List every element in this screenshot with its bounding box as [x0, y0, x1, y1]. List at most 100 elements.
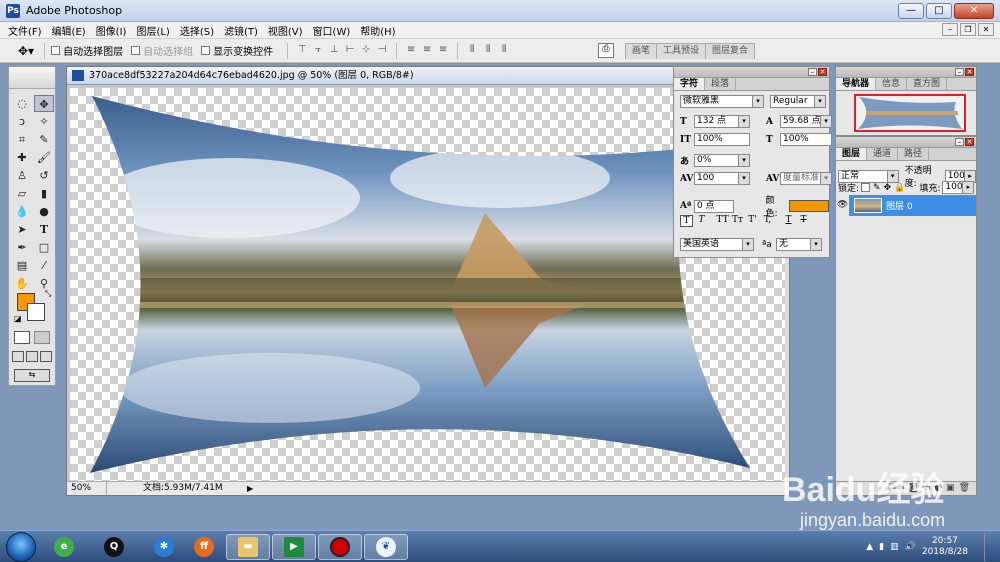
tab-info[interactable]: 信息: [876, 78, 908, 90]
doc-restore-button[interactable]: ❐: [960, 23, 976, 36]
faux-bold-button[interactable]: T: [680, 215, 693, 227]
lock-image-icon[interactable]: ✎: [873, 183, 881, 193]
character-panel-header[interactable]: – ✕: [674, 67, 829, 78]
align-hcenter-icon[interactable]: ⊹: [358, 44, 374, 58]
tab-histogram[interactable]: 直方图: [907, 78, 948, 90]
faux-italic-button[interactable]: T: [695, 215, 708, 227]
taskbar-app-browser-green[interactable]: e: [42, 534, 86, 560]
document-size[interactable]: 文档:5.93M/7.41M: [107, 482, 247, 495]
clone-stamp-tool-icon[interactable]: ♙: [12, 167, 32, 184]
panel-close-icon[interactable]: ✕: [965, 68, 974, 76]
leading-field[interactable]: 59.68 点 ▾: [780, 115, 832, 128]
screen-mode-full-icon[interactable]: [40, 351, 52, 362]
auto-select-group-checkbox[interactable]: 自动选择组: [131, 43, 193, 58]
path-selection-tool-icon[interactable]: ➤: [12, 221, 32, 238]
blur-tool-icon[interactable]: 💧: [12, 203, 32, 220]
taskbar-app-recorder[interactable]: [318, 534, 362, 560]
baseline-shift-field[interactable]: 0 点: [693, 199, 734, 213]
fill-field[interactable]: 100% ▸: [942, 181, 975, 194]
tab-layers[interactable]: 图层: [836, 148, 868, 160]
menu-window[interactable]: 窗口(W): [313, 23, 351, 38]
quick-mask-mode-icon[interactable]: [34, 331, 50, 344]
panel-close-icon[interactable]: ✕: [818, 68, 827, 76]
taskbar-app-flag[interactable]: ▶: [272, 534, 316, 560]
align-right-icon[interactable]: ⊣: [374, 44, 390, 58]
tsume-field[interactable]: 0% ▾: [694, 154, 750, 167]
maximize-button[interactable]: □: [926, 3, 952, 19]
move-tool-preset-icon[interactable]: ✥▾: [18, 44, 34, 58]
taskbar-app-photoshop[interactable]: ❦: [364, 534, 408, 560]
superscript-button[interactable]: T': [746, 215, 759, 227]
menu-select[interactable]: 选择(S): [180, 23, 214, 38]
layer-name[interactable]: 图层 0: [886, 199, 913, 212]
tab-paragraph[interactable]: 段落: [705, 78, 737, 90]
align-bottom-icon[interactable]: ⊥: [326, 44, 342, 58]
strikethrough-button[interactable]: T: [797, 215, 810, 227]
swap-colors-icon[interactable]: ⤡: [45, 289, 51, 299]
font-size-field[interactable]: 132 点 ▾: [694, 115, 750, 128]
tab-channels[interactable]: 通道: [867, 148, 899, 160]
menu-edit[interactable]: 编辑(E): [52, 23, 86, 38]
well-tab-tool-presets[interactable]: 工具预设: [655, 43, 706, 59]
horizontal-scale-field[interactable]: 100%: [780, 133, 832, 146]
show-hidden-icons-icon[interactable]: ▲: [866, 542, 873, 552]
standard-mode-icon[interactable]: [14, 331, 30, 344]
taskbar-app-media[interactable]: ✱: [142, 534, 186, 560]
tracking-field[interactable]: 100 ▾: [694, 172, 750, 185]
clock[interactable]: 20:57 2018/8/28: [922, 536, 968, 558]
menu-layer[interactable]: 图层(L): [136, 23, 169, 38]
distribute-vcenter-icon[interactable]: ≡: [419, 44, 435, 58]
screen-mode-standard-icon[interactable]: [12, 351, 24, 362]
antialias-select[interactable]: 无 ▾: [776, 238, 822, 251]
distribute-top-icon[interactable]: ≡: [403, 44, 419, 58]
small-caps-button[interactable]: Tт: [731, 215, 744, 227]
panel-minimize-icon[interactable]: –: [955, 138, 964, 146]
visibility-eye-icon[interactable]: 👁: [836, 195, 850, 216]
menu-image[interactable]: 图像(I): [96, 23, 127, 38]
all-caps-button[interactable]: TT: [716, 215, 729, 227]
font-family-select[interactable]: 微软雅黑 ▾: [680, 95, 764, 108]
font-style-select[interactable]: Regular ▾: [770, 95, 826, 108]
tab-navigator[interactable]: 导航器: [836, 78, 877, 90]
navigator-thumbnail[interactable]: [854, 94, 966, 132]
distribute-hcenter-icon[interactable]: ⫴: [480, 44, 496, 58]
align-top-icon[interactable]: ⊤: [294, 44, 310, 58]
minimize-button[interactable]: —: [898, 3, 924, 19]
distribute-bottom-icon[interactable]: ≡: [435, 44, 451, 58]
kerning-mode-select[interactable]: 度量标准 ▾: [780, 172, 832, 185]
magic-wand-tool-icon[interactable]: ✧: [34, 113, 54, 130]
close-button[interactable]: ✕: [954, 3, 994, 19]
status-menu-arrow-icon[interactable]: ▶: [247, 482, 253, 495]
lock-all-icon[interactable]: 🔒: [894, 183, 905, 193]
language-select[interactable]: 美国英语 ▾: [680, 238, 754, 251]
taskbar-app-firefox[interactable]: ff: [182, 534, 226, 560]
gradient-tool-icon[interactable]: ▮: [34, 185, 54, 202]
taskbar-app-qq[interactable]: Q: [92, 534, 136, 560]
hand-tool-icon[interactable]: ✋: [12, 275, 32, 292]
align-left-icon[interactable]: ⊢: [342, 44, 358, 58]
align-vcenter-icon[interactable]: ⫟: [310, 44, 326, 58]
text-color-swatch[interactable]: [789, 200, 829, 212]
toolbox-header-feather-icon[interactable]: [9, 67, 55, 89]
panel-minimize-icon[interactable]: –: [955, 68, 964, 76]
distribute-right-icon[interactable]: ⫴: [496, 44, 512, 58]
menu-view[interactable]: 视图(V): [268, 23, 303, 38]
type-tool-icon[interactable]: T: [34, 221, 54, 238]
file-browser-icon[interactable]: ⎙: [598, 43, 614, 58]
screen-mode-full-menu-icon[interactable]: [26, 351, 38, 362]
well-tab-layer-comps[interactable]: 图层复合: [704, 43, 755, 59]
taskbar-app-explorer[interactable]: ▬: [226, 534, 270, 560]
dodge-tool-icon[interactable]: ●: [34, 203, 54, 220]
layer-row[interactable]: 👁 图层 0: [836, 195, 976, 216]
start-button[interactable]: [6, 532, 36, 562]
vertical-scale-field[interactable]: 100%: [694, 133, 750, 146]
crop-tool-icon[interactable]: ⌗: [12, 131, 32, 148]
move-tool-icon[interactable]: ✥: [34, 95, 54, 112]
jump-to-imageready-icon[interactable]: ⇆: [14, 369, 50, 382]
menu-filter[interactable]: 滤镜(T): [224, 23, 258, 38]
panel-minimize-icon[interactable]: –: [808, 68, 817, 76]
lock-position-icon[interactable]: ✥: [884, 183, 892, 193]
doc-close-button[interactable]: ✕: [978, 23, 994, 36]
panel-close-icon[interactable]: ✕: [965, 138, 974, 146]
tab-paths[interactable]: 路径: [898, 148, 930, 160]
